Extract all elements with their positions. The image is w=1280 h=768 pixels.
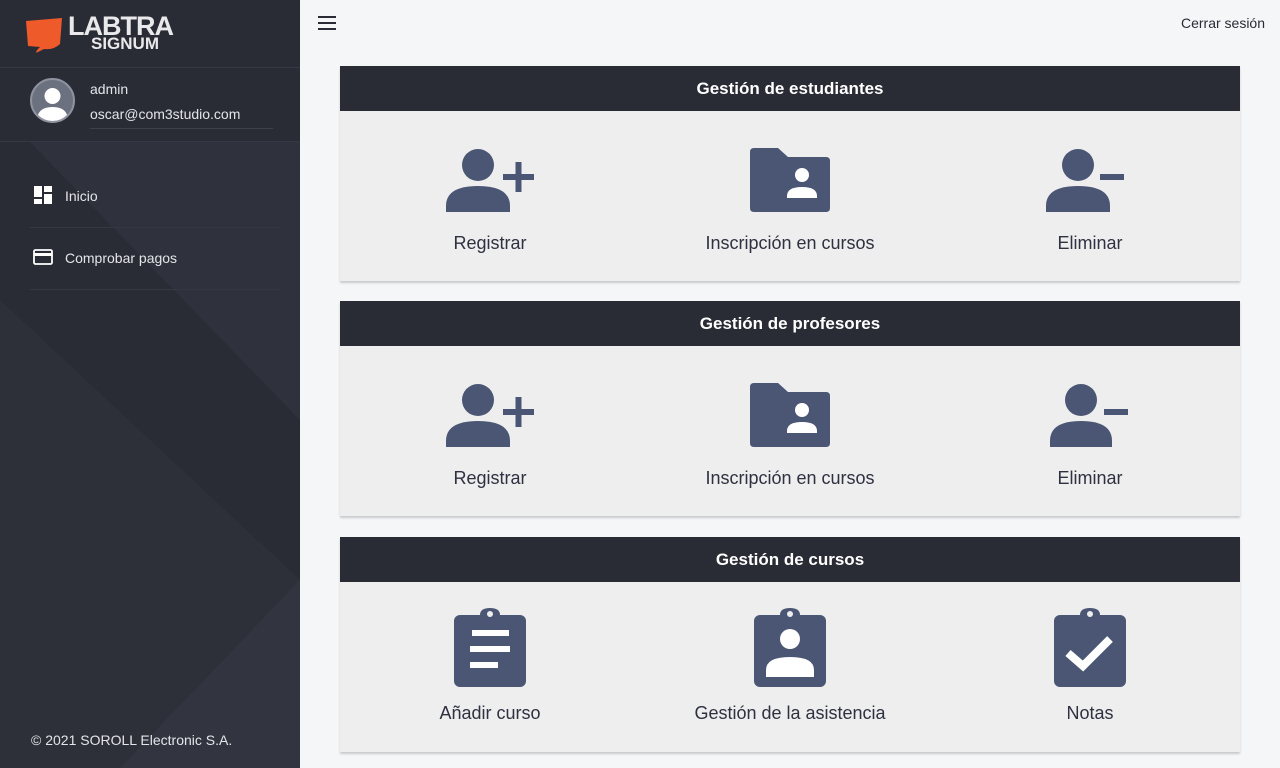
action-label: Añadir curso [439, 703, 541, 723]
person-remove-icon [1050, 384, 1128, 447]
action-label: Notas [1066, 703, 1114, 723]
user-avatar-icon [37, 88, 68, 121]
enroll-student-button[interactable]: Inscripción en cursos [640, 111, 940, 281]
add-course-button[interactable]: Añadir curso [340, 582, 640, 752]
delete-student-button[interactable]: Eliminar [940, 111, 1240, 281]
delete-teacher-button[interactable]: Eliminar [940, 346, 1240, 516]
folder-shared-icon [750, 383, 830, 447]
user-email: oscar@com3studio.com [90, 106, 273, 129]
section-title: Gestión de cursos [340, 537, 1240, 582]
logout-button[interactable]: Cerrar sesión [1181, 15, 1265, 31]
hamburger-icon [318, 16, 336, 30]
enroll-teacher-button[interactable]: Inscripción en cursos [640, 346, 940, 516]
credit-card-icon [33, 249, 53, 265]
courses-section: Gestión de cursos Añadir curso Gestión d… [340, 537, 1240, 752]
action-label: Inscripción en cursos [705, 468, 875, 488]
teachers-section: Gestión de profesores Registrar Inscripc… [340, 301, 1240, 516]
avatar[interactable] [30, 78, 75, 123]
brand-subname: SIGNUM [91, 34, 159, 53]
sidebar-nav: Inicio Comprobar pagos [0, 166, 300, 290]
sidebar-item-inicio[interactable]: Inicio [30, 166, 280, 228]
grades-button[interactable]: Notas [940, 582, 1240, 752]
sidebar-item-comprobar-pagos[interactable]: Comprobar pagos [30, 228, 280, 290]
section-title: Gestión de profesores [340, 301, 1240, 346]
clipboard-person-icon [754, 608, 826, 687]
action-label: Registrar [453, 233, 527, 253]
sidebar-item-label: Comprobar pagos [65, 250, 178, 266]
clipboard-check-icon [1054, 608, 1126, 687]
action-label: Registrar [453, 468, 527, 488]
attendance-button[interactable]: Gestión de la asistencia [640, 582, 940, 752]
menu-toggle-button[interactable] [314, 10, 340, 36]
person-add-icon [446, 384, 534, 447]
logo[interactable]: LABTRA SIGNUM [0, 0, 300, 68]
brand-logo-icon [26, 18, 62, 53]
section-title: Gestión de estudiantes [340, 66, 1240, 111]
students-section: Gestión de estudiantes Registrar Inscrip… [340, 66, 1240, 281]
person-add-icon [446, 149, 534, 212]
user-name: admin [90, 81, 129, 97]
clipboard-list-icon [454, 608, 526, 687]
person-remove-icon [1046, 149, 1124, 212]
user-profile: admin oscar@com3studio.com [0, 68, 300, 142]
action-label: Eliminar [1057, 233, 1123, 253]
sidebar: LABTRA SIGNUM admin oscar@com3studio.com… [0, 0, 300, 768]
folder-shared-icon [750, 148, 830, 212]
dashboard-icon [34, 186, 52, 204]
register-student-button[interactable]: Registrar [340, 111, 640, 281]
register-teacher-button[interactable]: Registrar [340, 346, 640, 516]
sidebar-item-label: Inicio [65, 188, 98, 204]
action-label: Gestión de la asistencia [694, 703, 886, 723]
action-label: Eliminar [1057, 468, 1123, 488]
action-label: Inscripción en cursos [705, 233, 875, 253]
copyright: © 2021 SOROLL Electronic S.A. [31, 732, 233, 748]
